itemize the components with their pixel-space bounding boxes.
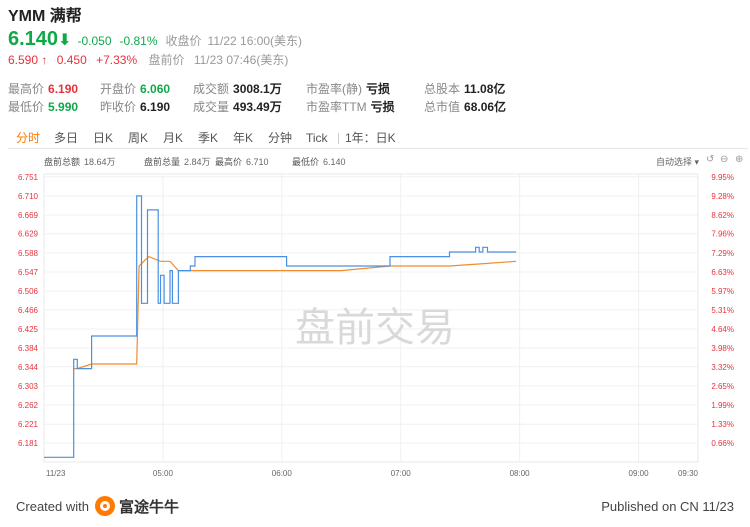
pct-tick-label: 4.64% bbox=[711, 325, 734, 334]
y-tick-label: 6.384 bbox=[18, 344, 39, 353]
y-tick-label: 6.506 bbox=[18, 287, 39, 296]
arrow-up-icon: ↑ bbox=[41, 53, 48, 67]
pct-tick-label: 1.33% bbox=[711, 420, 734, 429]
y-tick-label: 6.466 bbox=[18, 306, 39, 315]
pct-tick-label: 2.65% bbox=[711, 382, 734, 391]
y-tick-label: 6.262 bbox=[18, 401, 39, 410]
footer: Created with 富途牛牛 Published on CN 11/23 bbox=[0, 488, 750, 527]
close-time: 11/22 16:00(美东) bbox=[207, 34, 303, 48]
x-axis: 11/23 05:00 06:00 07:00 08:00 09:00 09:30 bbox=[46, 469, 699, 478]
tab-one-year-daily[interactable]: 1年：日K bbox=[345, 129, 396, 148]
pct-tick-label: 3.98% bbox=[711, 344, 734, 353]
x-tick-label: 05:00 bbox=[153, 469, 174, 478]
created-with-text: Created with bbox=[16, 499, 89, 514]
tab-weekly-k[interactable]: 周K bbox=[128, 129, 148, 148]
premarket-row: 6.590 ↑ 0.450 +7.33% 盘前价 11/23 07:46(美东) bbox=[8, 50, 748, 70]
reset-icon[interactable]: ↺ bbox=[706, 154, 714, 165]
y-tick-label: 6.425 bbox=[18, 325, 39, 334]
stat-shares: 总股本 11.08亿 bbox=[424, 82, 506, 96]
y-tick-label: 6.221 bbox=[18, 420, 39, 429]
pct-tick-label: 9.95% bbox=[711, 173, 734, 182]
arrow-down-icon: ⬇ bbox=[58, 32, 72, 49]
zoom-out-icon[interactable]: ⊖ bbox=[720, 154, 728, 165]
tab-daily-k[interactable]: 日K bbox=[93, 129, 113, 148]
tab-separator bbox=[338, 133, 339, 144]
y-tick-label: 6.588 bbox=[18, 249, 39, 258]
pct-tick-label: 3.32% bbox=[711, 363, 734, 372]
close-label: 收盘价 bbox=[165, 34, 202, 48]
intraday-chart: 6.751 6.710 6.669 6.629 6.588 6.547 6.506 6.466… bbox=[18, 173, 734, 478]
pct-tick-label: 1.99% bbox=[711, 401, 734, 410]
last-price: 6.140 bbox=[8, 28, 59, 50]
tab-intraday[interactable]: 分时 bbox=[16, 129, 40, 148]
price-change-pct: -0.81% bbox=[119, 34, 158, 48]
stat-pe-ttm: 市盈率TTM 亏损 bbox=[306, 100, 395, 114]
x-tick-label: 09:30 bbox=[678, 469, 699, 478]
x-tick-label: 09:00 bbox=[629, 469, 650, 478]
pct-tick-label: 5.97% bbox=[711, 287, 734, 296]
tab-quarterly-k[interactable]: 季K bbox=[198, 129, 218, 148]
premarket-label: 盘前价 bbox=[148, 53, 185, 67]
x-tick-label: 07:00 bbox=[391, 469, 412, 478]
brand-name: 富途牛牛 bbox=[119, 498, 180, 516]
y-tick-label: 6.303 bbox=[18, 382, 39, 391]
brand-logo: 富途牛牛 bbox=[95, 494, 179, 518]
x-tick-label: 11/23 bbox=[46, 469, 66, 478]
zoom-in-icon[interactable]: ⊕ bbox=[735, 154, 743, 165]
stat-volume: 成交量 493.49万 bbox=[193, 100, 282, 114]
pct-tick-label: 9.28% bbox=[711, 192, 734, 201]
y-tick-label: 6.751 bbox=[18, 173, 39, 182]
pct-tick-label: 6.63% bbox=[711, 268, 734, 277]
stat-turnover: 成交额 3008.1万 bbox=[193, 82, 282, 96]
premarket-change-pct: +7.33% bbox=[96, 53, 138, 67]
stat-market-cap: 总市值 68.06亿 bbox=[424, 100, 507, 114]
tab-yearly-k[interactable]: 年K bbox=[233, 129, 253, 148]
premarket-time: 11/23 07:46(美东) bbox=[193, 53, 289, 67]
y-axis-left: 6.751 6.710 6.669 6.629 6.588 6.547 6.506 6.466… bbox=[18, 173, 39, 448]
y-axis-right: 9.95% 9.28% 8.62% 7.96% 7.29% 6.63% 5.97% 5.31%… bbox=[711, 173, 734, 448]
y-tick-label: 6.547 bbox=[18, 268, 39, 277]
stat-prev-close: 昨收价 6.190 bbox=[100, 100, 171, 114]
pct-tick-label: 5.31% bbox=[711, 306, 734, 315]
stat-low: 最低价 5.990 bbox=[8, 100, 79, 114]
tab-tick[interactable]: Tick bbox=[306, 129, 328, 148]
tab-multi-day[interactable]: 多日 bbox=[54, 129, 78, 148]
price-change: -0.050 bbox=[77, 34, 112, 48]
chart-tabs: 分时 多日 日K 周K 月K 季K 年K 分钟 Tick 1年：日K bbox=[8, 129, 748, 149]
x-tick-label: 06:00 bbox=[272, 469, 293, 478]
stat-open: 开盘价 6.060 bbox=[100, 82, 171, 96]
tab-monthly-k[interactable]: 月K bbox=[163, 129, 183, 148]
premarket-change: 0.450 bbox=[56, 53, 87, 67]
quote-header: YMM 满帮 6.140 ⬇ -0.050 -0.81% 收盘价 11/22 1… bbox=[8, 6, 748, 70]
stat-pe-static: 市盈率(静) 亏损 bbox=[306, 82, 391, 96]
pct-tick-label: 8.62% bbox=[711, 211, 734, 220]
y-tick-label: 6.344 bbox=[18, 363, 39, 372]
watermark-text: 盘前交易 bbox=[295, 305, 455, 351]
pct-tick-label: 0.66% bbox=[711, 439, 734, 448]
published-text: Published on CN 11/23 bbox=[601, 499, 734, 514]
futu-logo-icon bbox=[95, 496, 115, 516]
price-row: 6.140 ⬇ -0.050 -0.81% 收盘价 11/22 16:00(美东… bbox=[8, 28, 748, 50]
y-tick-label: 6.669 bbox=[18, 211, 39, 220]
stat-high: 最高价 6.190 bbox=[8, 82, 79, 96]
y-tick-label: 6.181 bbox=[18, 439, 39, 448]
y-tick-label: 6.710 bbox=[18, 192, 39, 201]
tab-minute[interactable]: 分钟 bbox=[268, 129, 292, 148]
pct-tick-label: 7.29% bbox=[711, 249, 734, 258]
pct-tick-label: 7.96% bbox=[711, 230, 734, 239]
stock-title: YMM 满帮 bbox=[8, 8, 82, 25]
y-tick-label: 6.629 bbox=[18, 230, 39, 239]
x-tick-label: 08:00 bbox=[510, 469, 531, 478]
premarket-price: 6.590 bbox=[8, 53, 39, 67]
